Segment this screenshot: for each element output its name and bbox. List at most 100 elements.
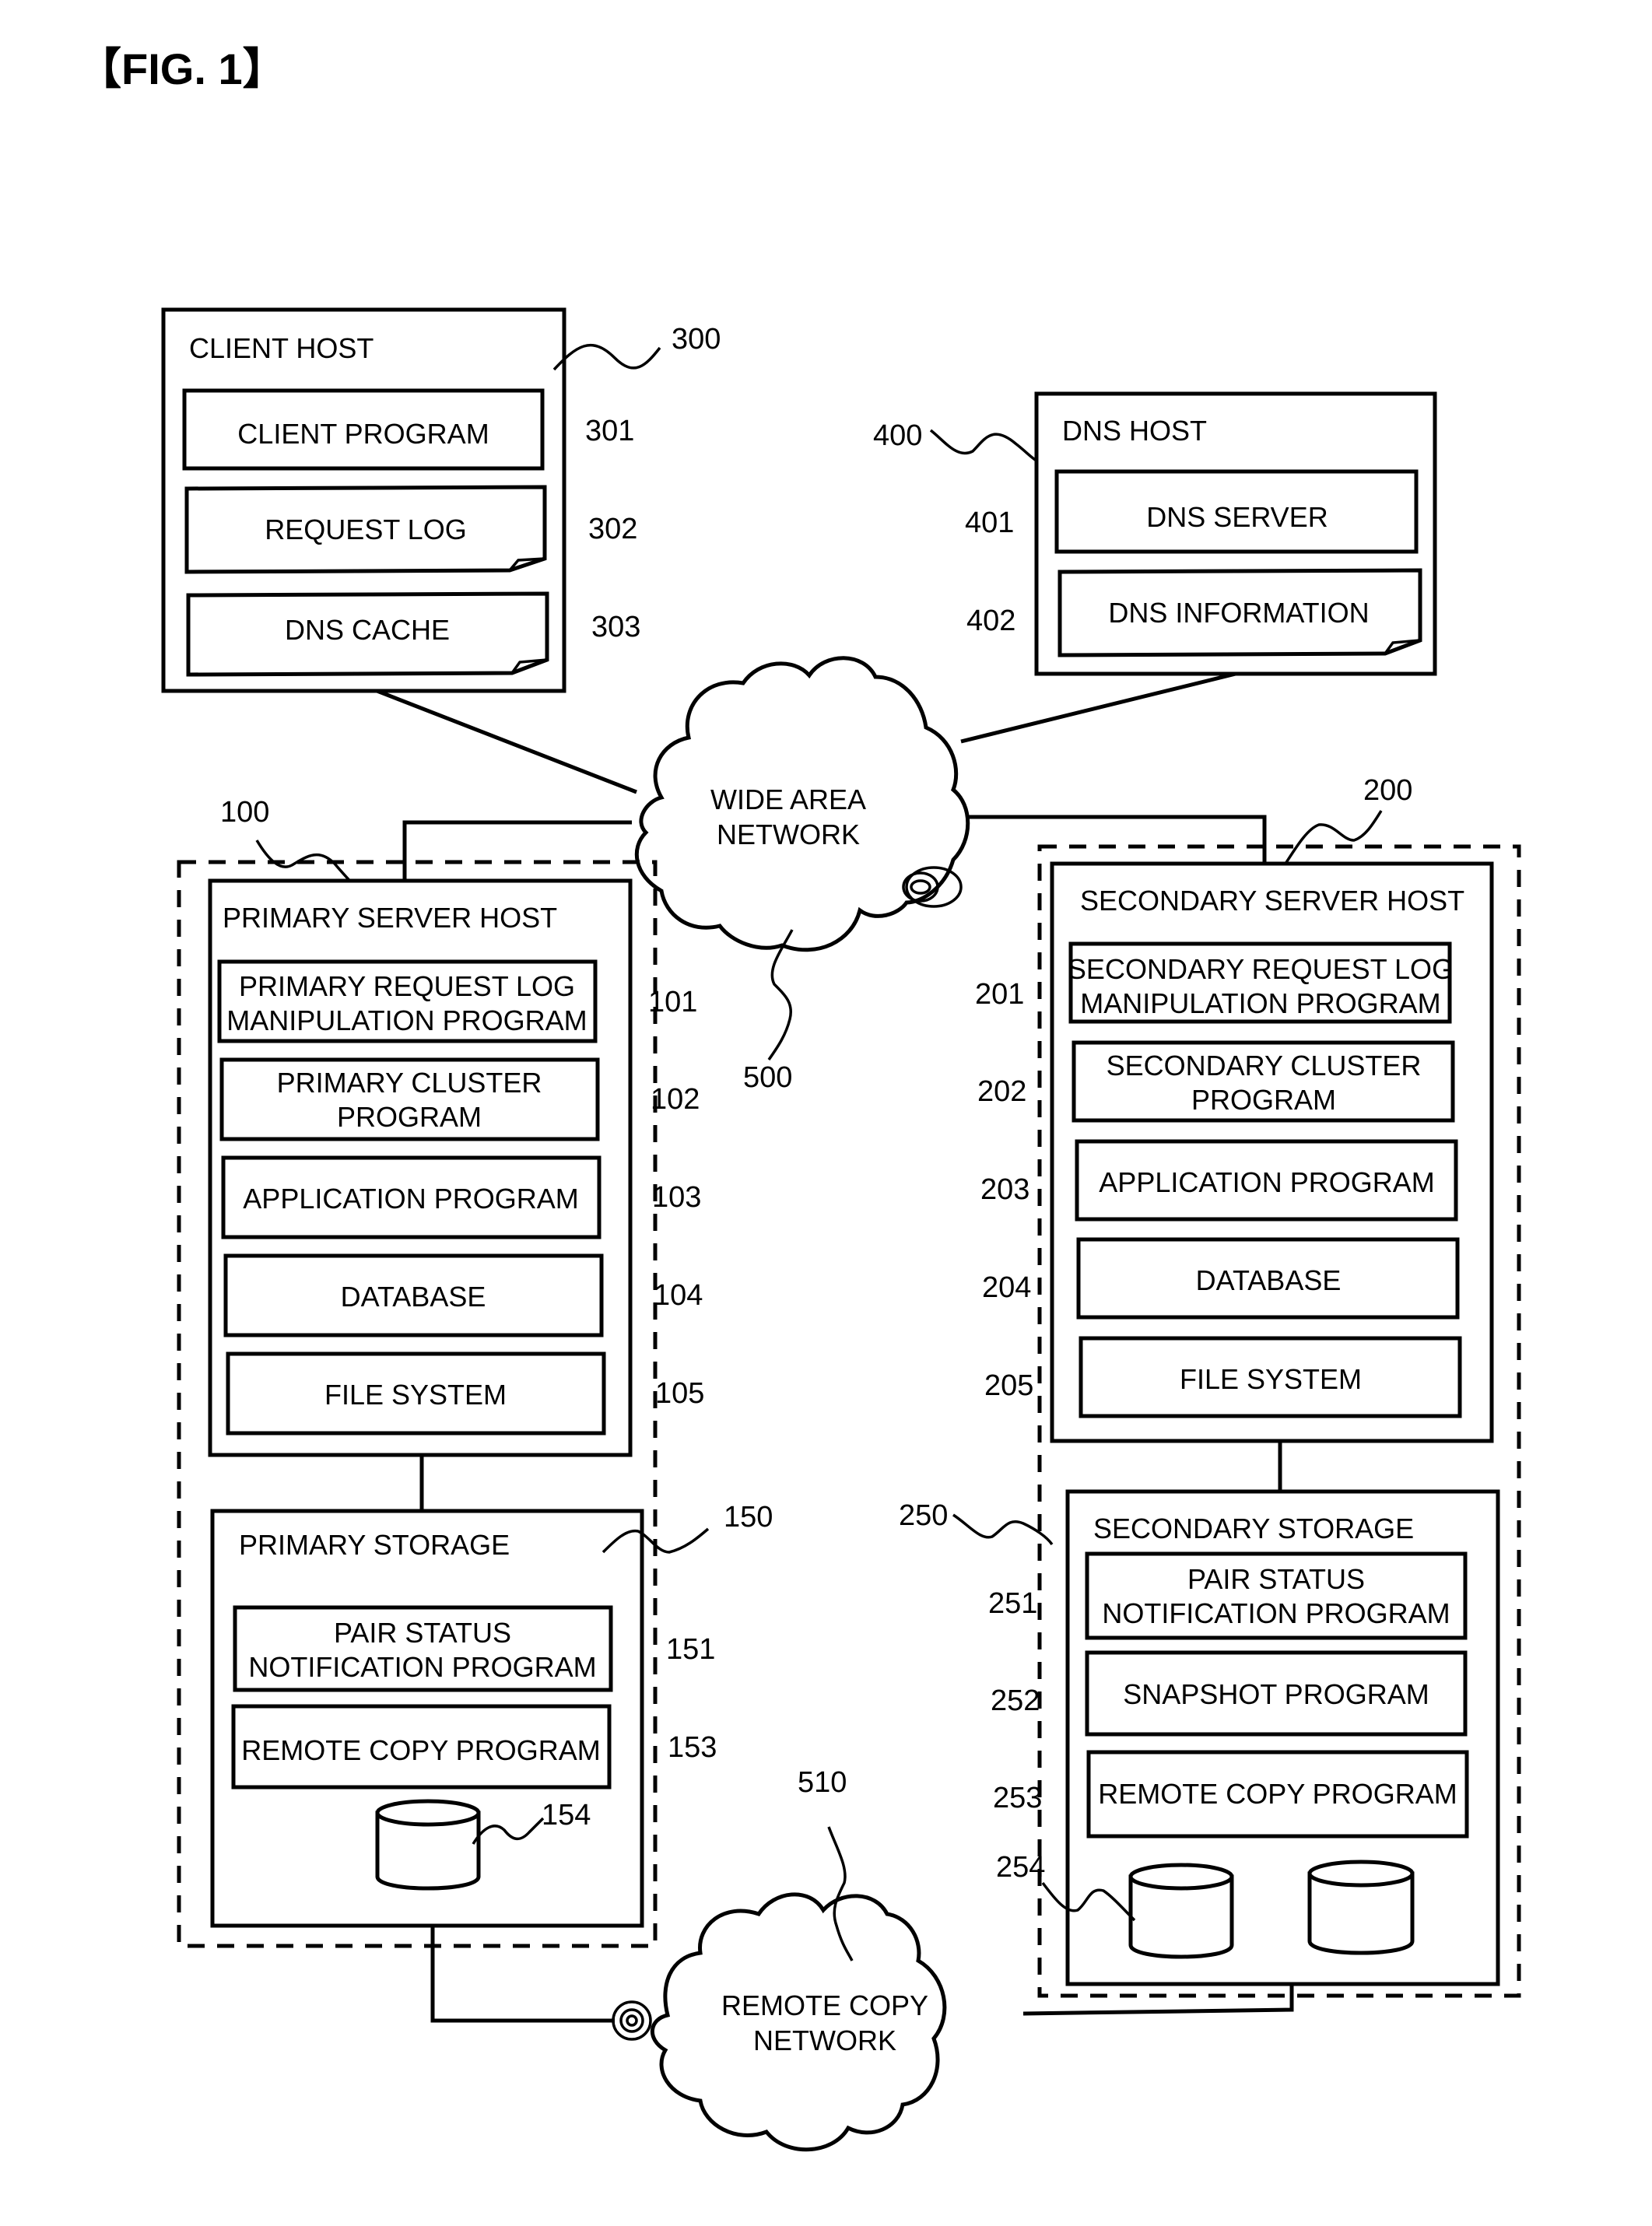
primary-file-system-label: FILE SYSTEM: [324, 1379, 507, 1411]
ref-150: 150: [724, 1501, 773, 1534]
dns-host[interactable]: DNS HOST DNS SERVER DNS INFORMATION 401 …: [873, 391, 1437, 676]
link-wan-primary: [402, 820, 632, 879]
leader-510: [827, 1826, 854, 1961]
snapshot-volume-top: [1307, 1860, 1415, 1888]
ref-201: 201: [975, 978, 1024, 1011]
secondary-request-log-program-label-1: SECONDARY REQUEST LOG: [1068, 953, 1454, 985]
primary-application-program-label: APPLICATION PROGRAM: [243, 1183, 578, 1215]
leader-300: [552, 343, 661, 371]
primary-pair-status-program-label-1: PAIR STATUS: [334, 1617, 511, 1649]
dns-server-label: DNS SERVER: [1146, 501, 1328, 533]
secondary-cluster-program-label-1: SECONDARY CLUSTER: [1107, 1050, 1422, 1081]
ref-200: 200: [1363, 774, 1412, 807]
secondary-server-host[interactable]: SECONDARY SERVER HOST SECONDARY REQUEST …: [1050, 861, 1494, 1443]
ref-303: 303: [591, 611, 640, 643]
secondary-application-program-label: APPLICATION PROGRAM: [1099, 1166, 1434, 1198]
ref-400: 400: [873, 419, 922, 452]
wan-label-line2: NETWORK: [717, 819, 860, 850]
primary-server-host[interactable]: PRIMARY SERVER HOST PRIMARY REQUEST LOG …: [208, 878, 633, 1457]
client-program-label: CLIENT PROGRAM: [237, 418, 489, 450]
ref-105: 105: [655, 1377, 704, 1410]
ref-102: 102: [651, 1083, 700, 1116]
ref-300: 300: [672, 323, 721, 356]
wan-access-point-ring: [902, 871, 939, 903]
ref-203: 203: [980, 1173, 1029, 1206]
primary-volume-icon[interactable]: [375, 1799, 481, 1891]
primary-request-log-program-label-1: PRIMARY REQUEST LOG: [239, 970, 575, 1002]
ref-204: 204: [982, 1271, 1031, 1304]
client-host[interactable]: CLIENT HOST CLIENT PROGRAM REQUEST LOG D…: [161, 307, 721, 693]
primary-storage-title: PRIMARY STORAGE: [239, 1529, 510, 1561]
secondary-volume-icon[interactable]: [1128, 1863, 1234, 1959]
rcn-label-line1: REMOTE COPY: [721, 1989, 928, 2021]
ref-100: 100: [220, 796, 269, 829]
link-secondary-storage-rcn: [1022, 1984, 1294, 2016]
ref-104: 104: [654, 1279, 703, 1312]
ref-402: 402: [966, 605, 1015, 637]
secondary-database-label: DATABASE: [1196, 1264, 1342, 1296]
ref-254: 254: [996, 1851, 1045, 1884]
secondary-pair-status-program-label-1: PAIR STATUS: [1187, 1563, 1365, 1595]
dns-information-label: DNS INFORMATION: [1108, 597, 1369, 629]
dns-host-title: DNS HOST: [1062, 415, 1207, 447]
ref-101: 101: [648, 986, 697, 1018]
primary-remote-copy-program-label: REMOTE COPY PROGRAM: [241, 1734, 600, 1766]
wan-access-point-icon: [910, 879, 931, 895]
ref-302: 302: [588, 513, 637, 545]
ref-301: 301: [585, 415, 634, 447]
primary-storage[interactable]: PRIMARY STORAGE PAIR STATUS NOTIFICATION…: [210, 1509, 644, 1928]
ref-251: 251: [988, 1587, 1037, 1620]
dns-cache-label: DNS CACHE: [285, 614, 450, 646]
primary-cluster-program-label-1: PRIMARY CLUSTER: [277, 1067, 542, 1099]
primary-pair-status-program-label-2: NOTIFICATION PROGRAM: [248, 1651, 596, 1683]
leader-400: [929, 429, 1037, 462]
primary-server-host-title: PRIMARY SERVER HOST: [223, 902, 557, 934]
secondary-storage[interactable]: SECONDARY STORAGE PAIR STATUS NOTIFICATI…: [996, 1489, 1500, 1986]
primary-database-label: DATABASE: [341, 1281, 486, 1313]
rcn-label-line2: NETWORK: [753, 2024, 896, 2056]
secondary-request-log-program-label-2: MANIPULATION PROGRAM: [1080, 987, 1440, 1019]
figure-label: 【FIG. 1】: [78, 44, 286, 93]
primary-volume-top: [375, 1799, 481, 1827]
secondary-volume-top: [1128, 1863, 1234, 1891]
secondary-server-host-title: SECONDARY SERVER HOST: [1080, 885, 1464, 917]
link-client-wan: [374, 688, 637, 794]
system-diagram: 【FIG. 1】 CLIENT HOST CLIENT PROGRAM REQU…: [78, 44, 1521, 2152]
ref-500: 500: [743, 1061, 792, 1094]
ref-510: 510: [798, 1766, 847, 1799]
ref-154: 154: [542, 1799, 591, 1832]
leader-200: [1284, 810, 1383, 864]
rcn-access-point-outer: [612, 2000, 652, 2041]
snapshot-volume-icon[interactable]: [1307, 1860, 1415, 1955]
rcn-cloud-shape: [650, 1892, 947, 2152]
secondary-cluster-program-label-2: PROGRAM: [1191, 1084, 1336, 1116]
request-log-label: REQUEST LOG: [265, 514, 466, 545]
link-dns-wan: [960, 671, 1236, 744]
client-host-title: CLIENT HOST: [189, 332, 374, 364]
ref-250: 250: [899, 1499, 948, 1532]
ref-252: 252: [991, 1684, 1040, 1717]
remote-copy-network[interactable]: REMOTE COPY NETWORK 510: [612, 1766, 947, 2152]
ref-253: 253: [993, 1782, 1042, 1814]
ref-153: 153: [668, 1731, 717, 1764]
primary-request-log-program-label-2: MANIPULATION PROGRAM: [226, 1004, 587, 1036]
secondary-storage-title: SECONDARY STORAGE: [1093, 1513, 1414, 1544]
wide-area-network[interactable]: WIDE AREA NETWORK 500: [634, 656, 970, 1094]
wan-label-line1: WIDE AREA: [710, 783, 866, 815]
rcn-access-point-ring: [619, 2008, 644, 2033]
ref-151: 151: [666, 1633, 715, 1666]
primary-cluster-program-label-2: PROGRAM: [337, 1101, 482, 1133]
leader-250: [952, 1513, 1054, 1546]
secondary-file-system-label: FILE SYSTEM: [1180, 1363, 1362, 1395]
rcn-access-point-icon: [626, 2014, 638, 2027]
secondary-site[interactable]: 200 SECONDARY SERVER HOST SECONDARY REQU…: [899, 774, 1521, 1998]
secondary-snapshot-program-label: SNAPSHOT PROGRAM: [1123, 1678, 1429, 1710]
ref-103: 103: [652, 1181, 701, 1214]
secondary-pair-status-program-label-2: NOTIFICATION PROGRAM: [1102, 1597, 1450, 1629]
primary-site[interactable]: 100 PRIMARY SERVER HOST PRIMARY REQUEST …: [177, 796, 773, 1948]
secondary-remote-copy-program-label: REMOTE COPY PROGRAM: [1098, 1778, 1457, 1810]
ref-401: 401: [965, 507, 1014, 539]
link-wan-secondary: [969, 815, 1267, 862]
link-primary-storage-rcn: [430, 1926, 615, 2023]
ref-205: 205: [984, 1369, 1033, 1402]
